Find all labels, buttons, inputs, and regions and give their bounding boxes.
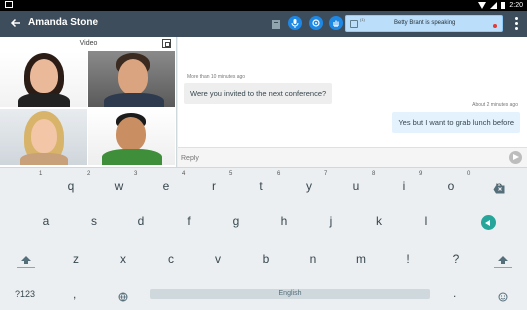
key-hint: 5 <box>229 171 233 177</box>
microphone-button[interactable] <box>288 16 302 30</box>
signal-icon <box>490 2 498 9</box>
speaker-count: (1) <box>360 17 365 22</box>
reply-input[interactable] <box>181 152 501 164</box>
wifi-icon <box>478 2 487 9</box>
backspace-icon <box>493 185 505 194</box>
key-hint: 8 <box>372 171 376 177</box>
key-hint: 3 <box>134 171 138 177</box>
key-s[interactable]: s <box>74 208 114 234</box>
notification-icon <box>5 1 13 8</box>
key-hint: 4 <box>182 171 186 177</box>
key-hint: 1 <box>39 171 43 177</box>
symbols-key[interactable]: ?123 <box>15 289 35 299</box>
page-title: Amanda Stone <box>28 17 99 28</box>
overflow-menu-icon[interactable] <box>515 17 519 31</box>
key-o[interactable]: o <box>431 173 471 199</box>
language-key[interactable] <box>118 289 128 307</box>
shift-arrow-icon <box>21 256 31 264</box>
key-d[interactable]: d <box>121 208 161 234</box>
key-c[interactable]: c <box>151 246 191 272</box>
raise-hand-button[interactable] <box>329 16 343 30</box>
shift-arrow-icon <box>498 256 508 264</box>
speaking-text: Betty Brant is speaking <box>394 20 456 26</box>
key-question[interactable]: ? <box>436 246 476 272</box>
key-hint: 0 <box>467 171 471 177</box>
active-speaker-banner: (1) Betty Brant is speaking <box>345 15 503 32</box>
key-hint: 2 <box>87 171 91 177</box>
key-hint: 7 <box>324 171 328 177</box>
space-bar[interactable]: English <box>150 289 430 299</box>
message-timestamp: More than 10 minutes ago <box>187 74 246 80</box>
key-y[interactable]: y <box>289 173 329 199</box>
key-exclamation[interactable]: ! <box>388 246 428 272</box>
back-arrow-icon[interactable] <box>9 16 23 30</box>
shift-underline <box>494 267 512 268</box>
key-b[interactable]: b <box>246 246 286 272</box>
app-bar: Amanda Stone (1) Betty Brant is speaking <box>0 11 527 37</box>
key-l[interactable]: l <box>406 208 446 234</box>
period-key[interactable]: . <box>453 286 456 300</box>
video-tile-participant-4[interactable] <box>88 109 175 165</box>
document-icon[interactable] <box>271 17 281 29</box>
video-label: Video <box>79 40 98 47</box>
globe-icon <box>118 292 128 302</box>
backspace-key[interactable] <box>493 181 505 199</box>
key-i[interactable]: i <box>384 173 424 199</box>
key-hint: 9 <box>419 171 423 177</box>
video-tile-participant-2[interactable] <box>88 51 175 107</box>
onscreen-keyboard: q 1 w 2 e 3 r 4 t 5 y 6 u 7 i 8 o 9 p 0 … <box>0 167 527 310</box>
key-v[interactable]: v <box>198 246 238 272</box>
message-timestamp: About 2 minutes ago <box>472 102 518 108</box>
status-time: 2:20 <box>509 2 523 9</box>
key-w[interactable]: w <box>99 173 139 199</box>
enter-key[interactable] <box>481 215 496 230</box>
key-z[interactable]: z <box>56 246 96 272</box>
key-m[interactable]: m <box>341 246 381 272</box>
outgoing-message: Yes but I want to grab lunch before <box>392 112 520 133</box>
key-f[interactable]: f <box>169 208 209 234</box>
key-n[interactable]: n <box>293 246 333 272</box>
video-tile-participant-3[interactable] <box>0 109 87 165</box>
reply-bar <box>178 147 527 167</box>
recording-indicator-icon <box>493 24 497 28</box>
key-e[interactable]: e <box>146 173 186 199</box>
video-panel: Video <box>0 37 177 167</box>
emoji-icon <box>498 292 508 302</box>
key-hint: 6 <box>277 171 281 177</box>
shift-underline <box>17 267 35 268</box>
status-bar: 2:20 <box>0 0 527 11</box>
fullscreen-icon[interactable] <box>162 39 171 48</box>
video-tile-participant-1[interactable] <box>0 51 87 107</box>
key-j[interactable]: j <box>311 208 351 234</box>
key-g[interactable]: g <box>216 208 256 234</box>
comma-key[interactable]: , <box>73 287 76 301</box>
speaker-banner-icon <box>350 20 358 28</box>
emoji-key[interactable] <box>498 289 508 307</box>
key-a[interactable]: a <box>26 208 66 234</box>
chat-area: More than 10 minutes ago Were you invite… <box>178 37 527 147</box>
key-h[interactable]: h <box>264 208 304 234</box>
key-t[interactable]: t <box>241 173 281 199</box>
key-k[interactable]: k <box>359 208 399 234</box>
send-button[interactable] <box>509 151 522 164</box>
key-q[interactable]: q <box>51 173 91 199</box>
key-x[interactable]: x <box>103 246 143 272</box>
incoming-message: Were you invited to the next conference? <box>184 83 333 104</box>
key-u[interactable]: u <box>336 173 376 199</box>
camera-button[interactable] <box>309 16 323 30</box>
battery-icon <box>501 2 506 9</box>
key-r[interactable]: r <box>194 173 234 199</box>
